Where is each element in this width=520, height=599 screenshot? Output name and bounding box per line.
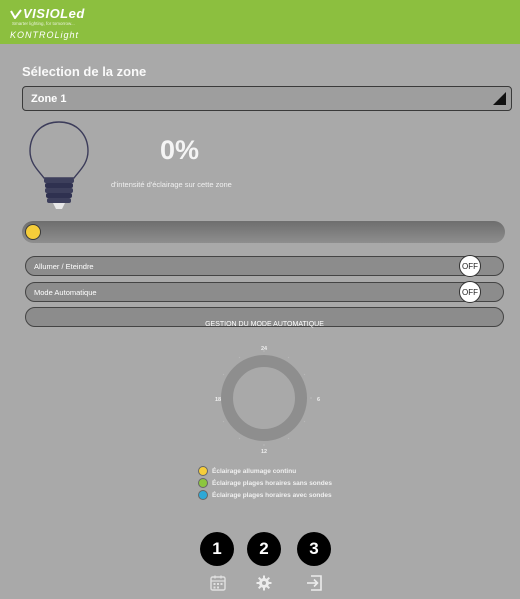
dropdown-arrow-icon	[493, 92, 506, 105]
legend-item: Éclairage plages horaires avec sondes	[198, 489, 332, 501]
zone-select-value: Zone 1	[31, 93, 67, 105]
intensity-label: d'intensité d'éclairage sur cette zone	[111, 180, 232, 189]
legend-blue-dot-icon	[198, 490, 208, 500]
step-badge-1: 1	[200, 532, 234, 566]
logout-icon[interactable]	[305, 574, 323, 592]
legend-item: Éclairage plages horaires sans sondes	[198, 477, 332, 489]
power-row: Allumer / Eteindre	[25, 256, 504, 276]
dial-label-top: 24	[261, 346, 268, 352]
zone-section-title: Sélection de la zone	[22, 64, 147, 79]
dial-label-right: 6	[317, 397, 321, 403]
brand-subtitle: KONTROLight	[10, 30, 80, 40]
auto-mode-label: Mode Automatique	[34, 288, 97, 297]
gear-icon[interactable]	[255, 574, 273, 592]
intensity-slider-handle[interactable]	[25, 224, 41, 240]
step-badge-3: 3	[297, 532, 331, 566]
app-header: VISIOLed Smarter lighting, for tomorrow.…	[0, 0, 520, 44]
legend-green-dot-icon	[198, 478, 208, 488]
intensity-percent: 0%	[160, 135, 200, 165]
step-badge-2: 2	[247, 532, 281, 566]
legend-label: Éclairage plages horaires avec sondes	[212, 491, 332, 499]
brand-logo: VISIOLed	[10, 6, 85, 21]
legend-label: Éclairage plages horaires sans sondes	[212, 479, 332, 487]
logo-mark-icon	[10, 9, 22, 19]
auto-mode-toggle[interactable]: OFF	[459, 281, 481, 303]
manage-auto-mode-label: GESTION DU MODE AUTOMATIQUE	[205, 321, 324, 328]
power-label: Allumer / Eteindre	[34, 262, 94, 271]
manage-auto-mode-button[interactable]: GESTION DU MODE AUTOMATIQUE	[25, 307, 504, 328]
auto-mode-row: Mode Automatique	[25, 282, 504, 302]
legend-yellow-dot-icon	[198, 466, 208, 476]
brand-name: VISIOLed	[23, 6, 85, 21]
dial-label-left: 18	[215, 397, 222, 403]
calendar-icon[interactable]	[209, 574, 227, 592]
intensity-slider[interactable]	[22, 221, 505, 243]
zone-select[interactable]: Zone 1	[22, 86, 512, 111]
power-toggle[interactable]: OFF	[459, 255, 481, 277]
dial-label-bottom: 12	[261, 449, 268, 455]
legend: Éclairage allumage continu Éclairage pla…	[198, 465, 332, 501]
legend-label: Éclairage allumage continu	[212, 467, 297, 475]
light-bulb-icon	[29, 121, 89, 209]
legend-item: Éclairage allumage continu	[198, 465, 332, 477]
brand-tagline: Smarter lighting, for tomorrow...	[12, 21, 75, 26]
